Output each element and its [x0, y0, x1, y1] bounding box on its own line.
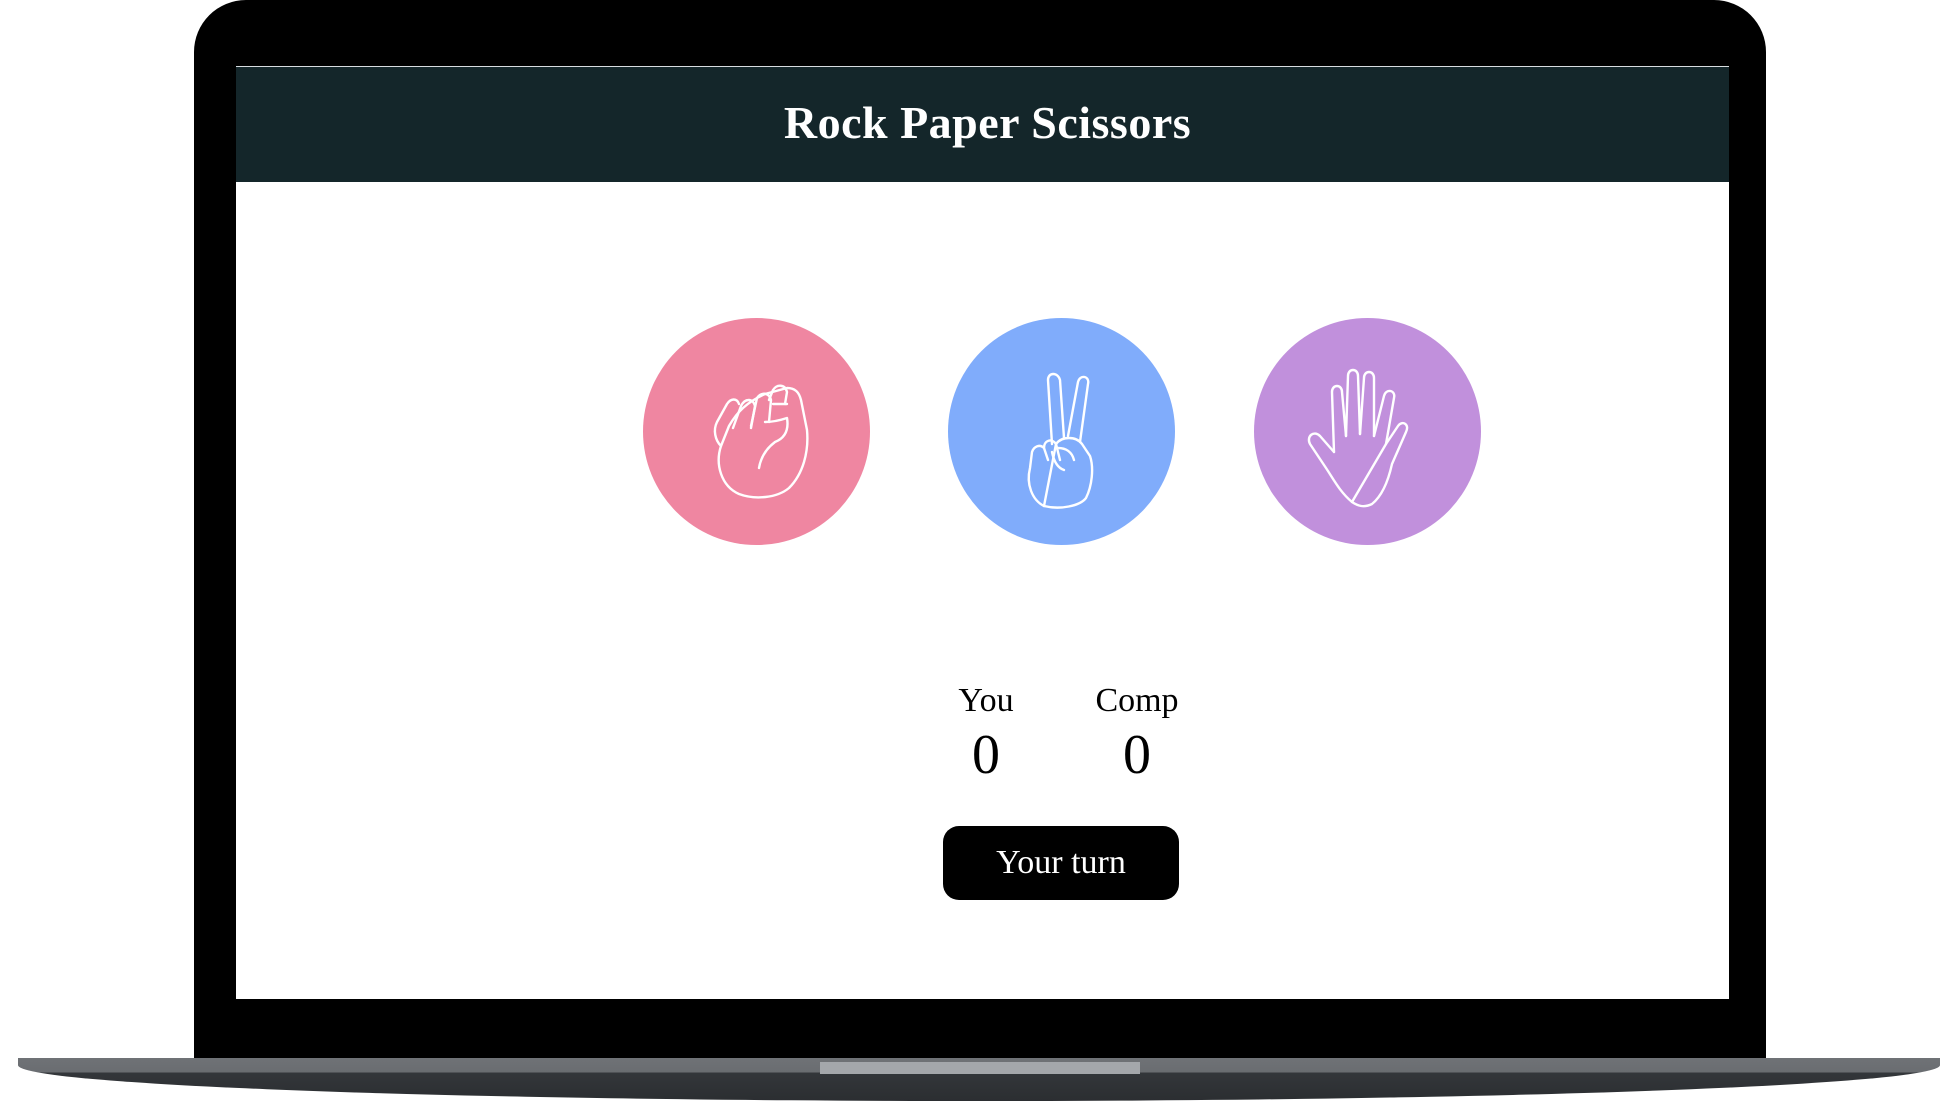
player-score-label: You	[958, 682, 1014, 719]
open-hand-icon	[1307, 368, 1408, 507]
your-turn-button[interactable]: Your turn	[943, 826, 1179, 900]
fist-icon	[713, 384, 809, 499]
scissors-button[interactable]	[948, 318, 1175, 545]
app-header: Rock Paper Scissors	[236, 66, 1729, 182]
paper-button[interactable]	[1254, 318, 1481, 545]
page-title: Rock Paper Scissors	[783, 97, 1192, 148]
rock-button[interactable]	[643, 318, 870, 545]
peace-hand-icon	[1027, 372, 1093, 509]
laptop-notch	[820, 1062, 1140, 1074]
player-score: You 0	[936, 682, 1036, 784]
computer-score-value: 0	[1123, 724, 1151, 786]
player-score-value: 0	[972, 724, 1000, 786]
computer-score-label: Comp	[1095, 682, 1179, 719]
laptop-mockup: Rock Paper Scissors You 0 Comp 0 Your tu…	[0, 0, 1958, 1101]
app-screen: Rock Paper Scissors You 0 Comp 0 Your tu…	[236, 66, 1729, 999]
computer-score: Comp 0	[1072, 682, 1202, 784]
